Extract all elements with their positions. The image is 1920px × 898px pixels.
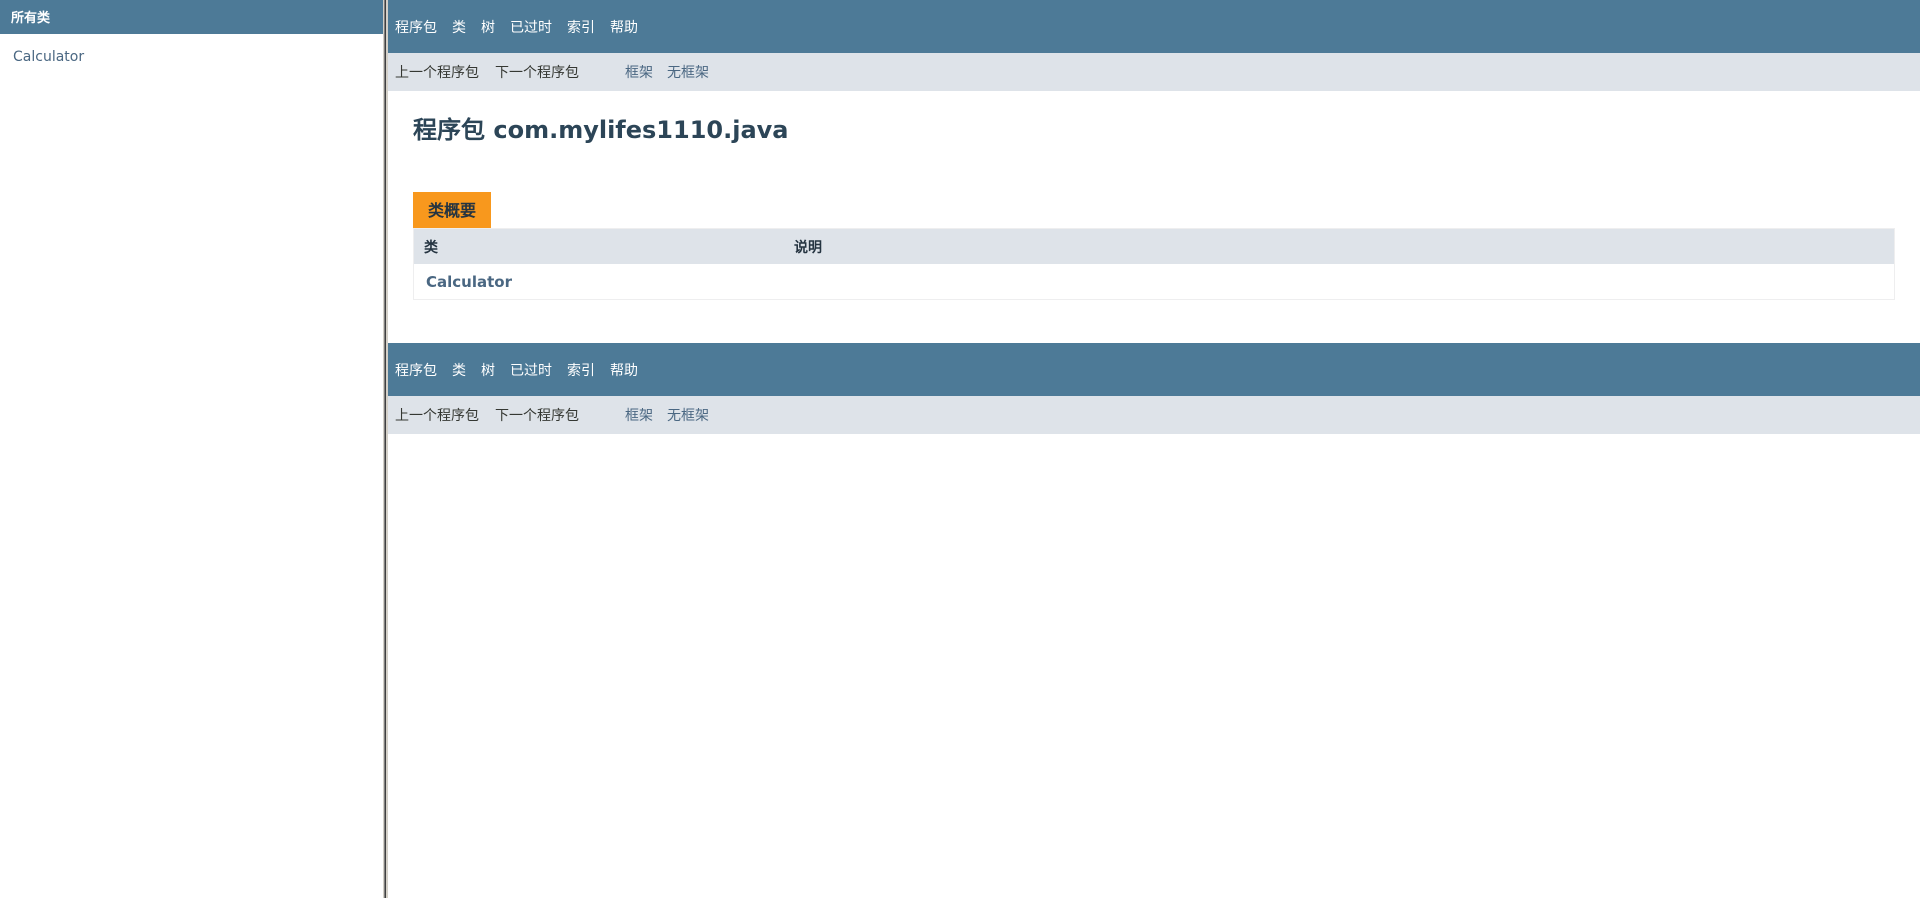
nav-item-class[interactable]: 类 — [452, 17, 466, 37]
next-package-label: 下一个程序包 — [495, 65, 579, 81]
package-summary-frame: 程序包 类 树 已过时 索引 帮助 上一个程序包 下一个程序包 框架 无框架 程… — [388, 0, 1920, 898]
nav-item-package[interactable]: 程序包 — [395, 17, 437, 37]
nav-item-help[interactable]: 帮助 — [610, 17, 638, 37]
class-link-calculator[interactable]: Calculator — [13, 48, 383, 66]
no-frames-link[interactable]: 无框架 — [667, 62, 709, 82]
page-title: 程序包 com.mylifes1110.java — [413, 116, 789, 144]
bottom-nav-item-tree[interactable]: 树 — [481, 360, 495, 380]
bottom-nav-item-deprecated[interactable]: 已过时 — [510, 360, 552, 380]
nav-item-index[interactable]: 索引 — [567, 17, 595, 37]
bottom-no-frames-link[interactable]: 无框架 — [667, 405, 709, 425]
bottom-navbar-primary: 程序包 类 树 已过时 索引 帮助 — [388, 343, 1920, 396]
column-header-description: 说明 — [784, 228, 1895, 264]
bottom-frames-link[interactable]: 框架 — [625, 405, 653, 425]
bottom-nav-item-package[interactable]: 程序包 — [395, 360, 437, 380]
table-header-row: 类 说明 — [413, 228, 1895, 264]
bottom-nav-item-index[interactable]: 索引 — [567, 360, 595, 380]
all-classes-header: 所有类 — [0, 0, 383, 34]
bottom-nav-item-help[interactable]: 帮助 — [610, 360, 638, 380]
nav-item-deprecated[interactable]: 已过时 — [510, 17, 552, 37]
all-classes-list: Calculator — [0, 34, 383, 66]
browser-page: 所有类 Calculator 程序包 类 树 已过时 索引 帮助 上一个程序包 … — [0, 0, 1920, 898]
table-class-link-calculator[interactable]: Calculator — [414, 264, 785, 300]
bottom-prev-package-label: 上一个程序包 — [395, 408, 479, 424]
all-classes-frame: 所有类 Calculator — [0, 0, 383, 898]
top-navbar: 程序包 类 树 已过时 索引 帮助 上一个程序包 下一个程序包 框架 无框架 — [388, 0, 1920, 91]
class-summary-tab: 类概要 — [413, 192, 492, 228]
prev-package-label: 上一个程序包 — [395, 65, 479, 81]
bottom-navbar: 程序包 类 树 已过时 索引 帮助 上一个程序包 下一个程序包 框架 无框架 — [388, 343, 1920, 434]
bottom-next-package-label: 下一个程序包 — [495, 408, 579, 424]
bottom-navbar-secondary: 上一个程序包 下一个程序包 框架 无框架 — [388, 396, 1920, 434]
column-header-class: 类 — [413, 228, 784, 264]
table-class-description — [784, 264, 1895, 300]
bottom-nav-item-class[interactable]: 类 — [452, 360, 466, 380]
nav-item-tree[interactable]: 树 — [481, 17, 495, 37]
table-row: Calculator — [414, 264, 1895, 300]
frames-link[interactable]: 框架 — [625, 62, 653, 82]
top-navbar-primary: 程序包 类 树 已过时 索引 帮助 — [388, 0, 1920, 53]
class-summary-table: 类 说明 Calculator — [413, 228, 1895, 300]
top-navbar-secondary: 上一个程序包 下一个程序包 框架 无框架 — [388, 53, 1920, 91]
